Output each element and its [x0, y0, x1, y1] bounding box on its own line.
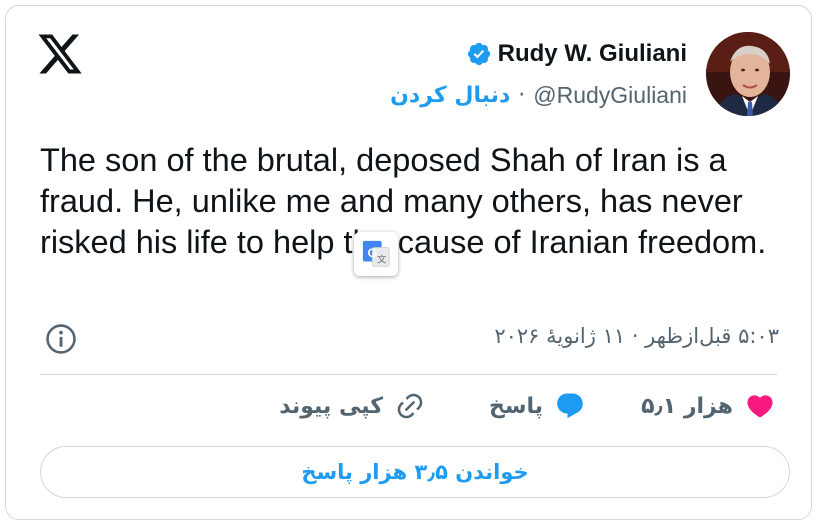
reply-button[interactable]: پاسخ [489, 391, 585, 421]
tweet-card: Rudy W. Giuliani دنبال کردن · @RudyGiuli… [5, 5, 812, 520]
divider [40, 374, 777, 375]
avatar[interactable] [706, 32, 790, 116]
svg-text:G: G [368, 246, 377, 260]
speech-bubble-icon [555, 391, 585, 421]
separator-dot: · [518, 83, 526, 108]
likes-count: ۵٫۱ هزار [641, 393, 733, 419]
heart-icon [745, 391, 775, 421]
author-display-name[interactable]: Rudy W. Giuliani [498, 40, 687, 68]
read-replies-button[interactable]: خواندن ۳٫۵ هزار پاسخ [40, 446, 790, 498]
info-icon[interactable] [44, 322, 78, 356]
author-handle-row: دنبال کردن · @RudyGiuliani [390, 82, 687, 109]
svg-text:文: 文 [377, 253, 387, 265]
copy-link-label: کپی پیوند [279, 393, 383, 419]
x-logo-icon[interactable] [36, 30, 84, 78]
follow-button[interactable]: دنبال کردن [390, 83, 510, 108]
like-button[interactable]: ۵٫۱ هزار [641, 391, 775, 421]
reply-label: پاسخ [488, 393, 543, 419]
link-icon [395, 391, 425, 421]
verified-badge-icon [466, 41, 492, 67]
tweet-text: The son of the brutal, deposed Shah of I… [40, 142, 767, 260]
google-translate-icon[interactable]: G 文 [354, 232, 398, 276]
author-name-row: Rudy W. Giuliani [466, 40, 687, 68]
tweet-timestamp[interactable]: ۵:۰۳ قبل‌ازظهر · ۱۱ ژانویهٔ ۲۰۲۶ [494, 324, 779, 348]
author-handle[interactable]: @RudyGiuliani [533, 82, 687, 109]
copy-link-button[interactable]: کپی پیوند [279, 391, 425, 421]
